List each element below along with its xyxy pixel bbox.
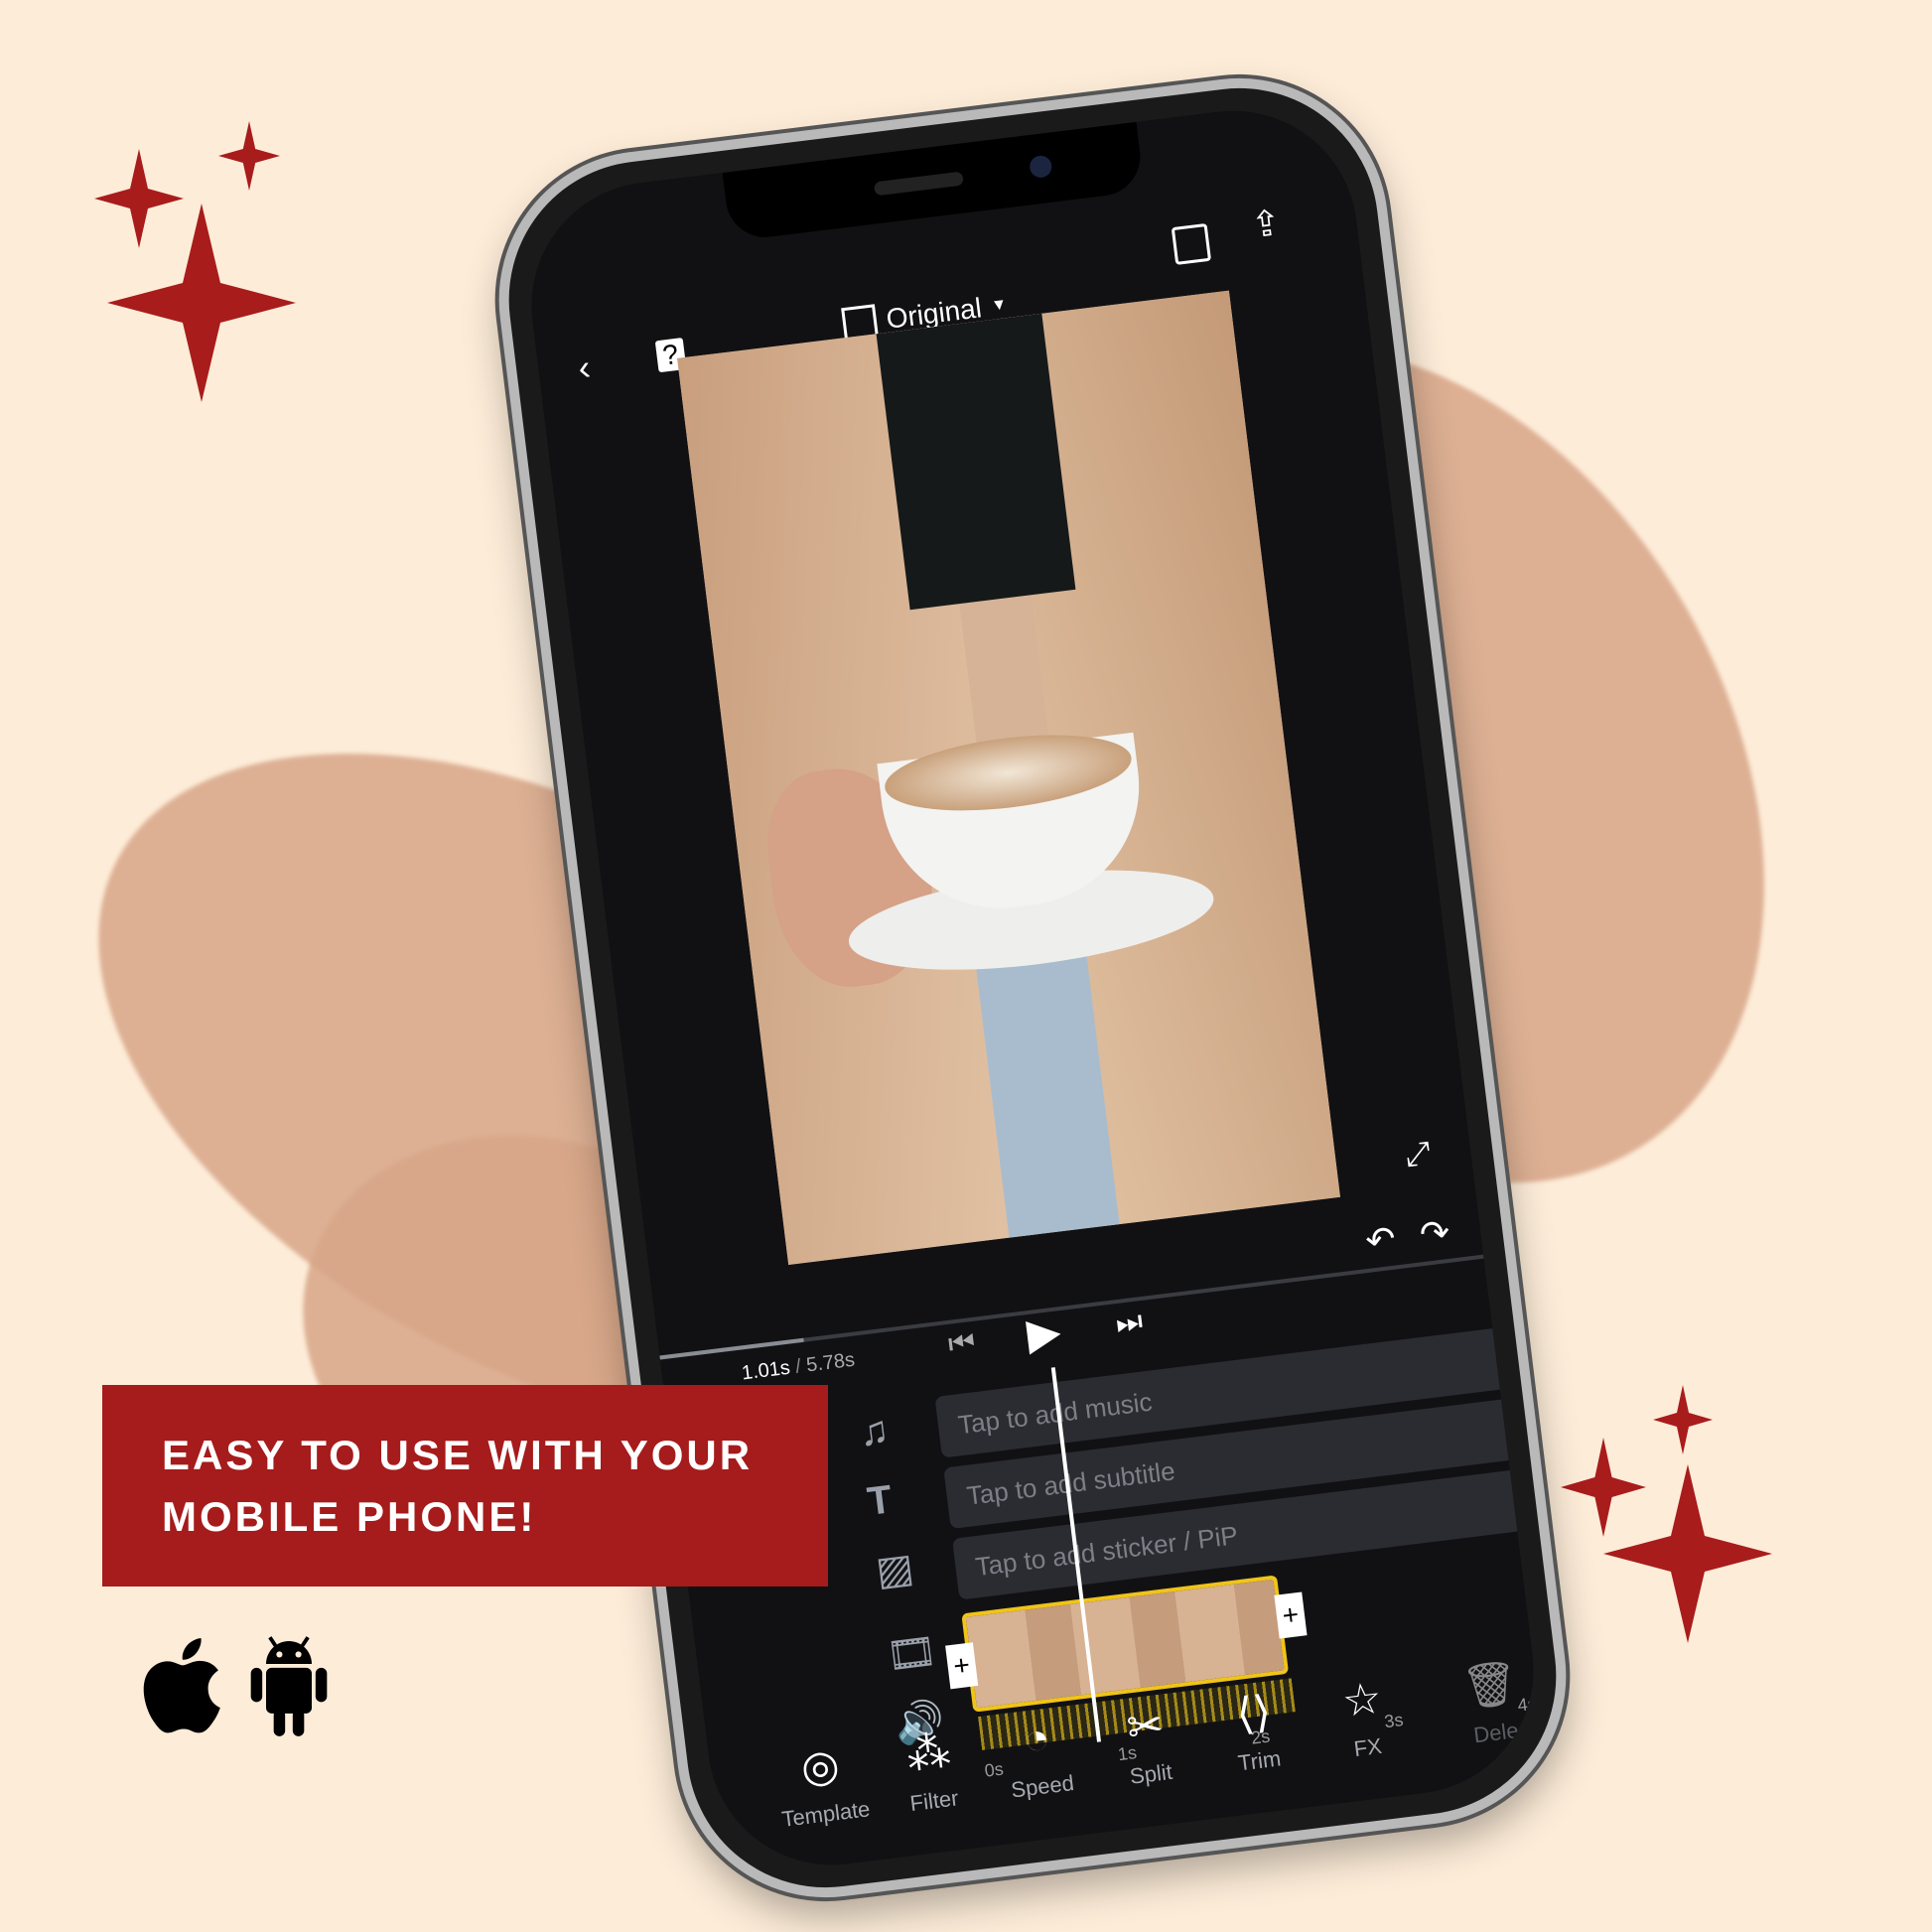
save-icon[interactable] — [1171, 222, 1212, 265]
fullscreen-icon[interactable]: ⤢ — [1403, 1135, 1433, 1173]
toolbar-split[interactable]: ✂ Split — [1093, 1696, 1202, 1794]
apple-logo-icon — [131, 1628, 225, 1760]
video-preview[interactable] — [677, 290, 1340, 1266]
tool-label: FX — [1352, 1732, 1384, 1762]
trash-icon: 🗑 — [1459, 1657, 1521, 1714]
fx-star-icon: ☆ — [1339, 1673, 1385, 1727]
skip-forward-icon[interactable]: ⏭ — [1114, 1305, 1145, 1340]
current-time: 1.01s — [740, 1356, 792, 1385]
skip-back-icon[interactable]: ⏮ — [946, 1325, 977, 1361]
sparkle-icon — [94, 149, 184, 248]
play-icon[interactable]: ▶ — [1025, 1307, 1064, 1359]
tool-label: Speed — [1009, 1769, 1076, 1803]
notch — [722, 121, 1146, 242]
add-sticker-icon[interactable]: ▨ — [874, 1545, 916, 1594]
toolbar-fx[interactable]: ☆ FX — [1310, 1669, 1419, 1767]
toolbar-filter[interactable]: ⁂ Filter — [876, 1723, 985, 1821]
template-icon: ◎ — [797, 1739, 843, 1794]
sparkle-icon — [1561, 1438, 1646, 1537]
tool-label: Template — [780, 1796, 872, 1832]
tool-label: Split — [1128, 1758, 1174, 1789]
sparkle-icon — [107, 204, 296, 402]
undo-icon[interactable]: ↶ — [1363, 1217, 1398, 1261]
tool-label: Filter — [908, 1785, 960, 1817]
toolbar-delete[interactable]: 🗑 Dele — [1438, 1653, 1547, 1752]
toolbar-speed[interactable]: ◔ Speed — [985, 1709, 1094, 1806]
camera — [1028, 154, 1053, 180]
banner-line-2: MOBILE PHONE! — [162, 1493, 537, 1540]
add-subtitle-icon[interactable]: T — [865, 1477, 895, 1525]
add-clip-right-button[interactable]: + — [1274, 1591, 1308, 1639]
sparkle-icon — [218, 121, 280, 191]
back-icon[interactable]: ‹ — [576, 346, 593, 388]
filter-icon: ⁂ — [903, 1726, 954, 1781]
toolbar-template[interactable]: ◎ Template — [767, 1735, 877, 1834]
toolbar-trim[interactable]: ⟨⟩ Trim — [1201, 1682, 1311, 1780]
add-music-icon[interactable]: ♫ — [857, 1408, 892, 1455]
total-time: 5.78s — [804, 1348, 857, 1377]
phone-mockup: ‹ ? Original ▼ ⇪ ⤢ ↶ ↷ 1.01s / 5.78s ⏮ ▶… — [482, 61, 1584, 1915]
redo-icon[interactable]: ↷ — [1418, 1211, 1452, 1255]
trim-icon: ⟨⟩ — [1233, 1687, 1274, 1740]
android-logo-icon — [243, 1628, 335, 1750]
video-editor-screen: ‹ ? Original ▼ ⇪ ⤢ ↶ ↷ 1.01s / 5.78s ⏮ ▶… — [517, 96, 1548, 1879]
export-icon[interactable]: ⇪ — [1249, 202, 1284, 245]
time-separator: / — [793, 1355, 803, 1378]
tool-label: Dele — [1471, 1718, 1520, 1748]
sparkle-icon — [1653, 1385, 1713, 1454]
promo-banner: EASY TO USE WITH YOUR MOBILE PHONE! — [102, 1385, 828, 1587]
add-clip-icon[interactable]: 🎞 — [884, 1627, 939, 1680]
time-display: 1.01s / 5.78s — [741, 1349, 857, 1386]
speed-icon: ◔ — [1021, 1713, 1053, 1765]
dropdown-icon: ▼ — [990, 296, 1009, 315]
add-clip-left-button[interactable]: + — [945, 1642, 979, 1690]
scissors-icon: ✂ — [1124, 1700, 1167, 1753]
tool-label: Trim — [1236, 1745, 1283, 1776]
banner-line-1: EASY TO USE WITH YOUR — [162, 1432, 754, 1478]
